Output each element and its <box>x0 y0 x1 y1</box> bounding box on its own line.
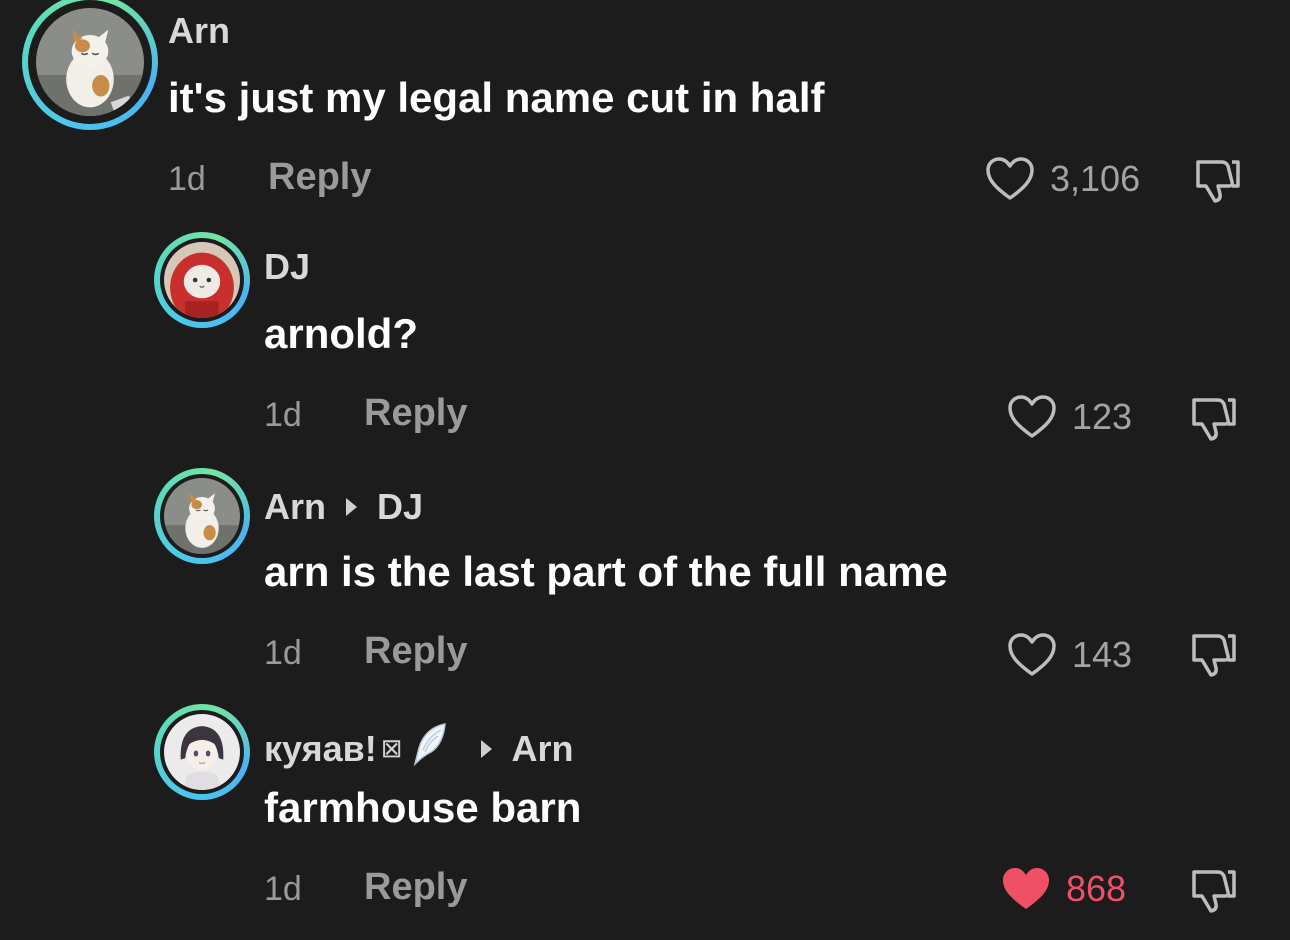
thumbs-down-icon <box>1192 634 1236 677</box>
comment-text: arnold? <box>264 310 418 357</box>
comment-username[interactable]: куяав! ⊠ Arn <box>264 722 574 775</box>
heart-outline-icon <box>1008 633 1056 676</box>
comment-timestamp: 1d <box>168 160 206 198</box>
anime-girl-avatar-icon <box>164 714 240 790</box>
dislike-button[interactable] <box>1186 628 1238 680</box>
like-count: 123 <box>1072 396 1133 437</box>
comment-timestamp: 1d <box>264 396 302 434</box>
reply-button[interactable]: Reply <box>268 156 371 199</box>
angel-wing-icon <box>411 722 451 775</box>
comment-timestamp: 1d <box>264 870 302 908</box>
username-decoration: ⊠ <box>380 733 403 763</box>
like-count: 3,106 <box>1050 158 1141 199</box>
comment-item: Arn DJ arn is the last part of the full … <box>0 468 1290 704</box>
heart-filled-icon <box>1003 868 1049 909</box>
cat-avatar-icon <box>36 8 144 116</box>
comment-text: arn is the last part of the full name <box>264 548 948 595</box>
comment-username[interactable]: DJ <box>264 246 310 288</box>
comment-item: Arn it's just my legal name cut in half … <box>0 0 1290 236</box>
dislike-button[interactable] <box>1186 392 1238 444</box>
like-button[interactable]: 3,106 <box>984 156 1140 202</box>
thumbs-down-icon <box>1196 160 1240 203</box>
like-button[interactable]: 123 <box>1006 394 1132 440</box>
hooded-cat-avatar-icon <box>164 242 240 318</box>
reply-button[interactable]: Reply <box>364 630 467 673</box>
like-count: 868 <box>1066 868 1127 909</box>
reply-to-arrow-icon <box>346 498 357 516</box>
thumbs-down-icon <box>1192 398 1236 441</box>
reply-button[interactable]: Reply <box>364 866 467 909</box>
reply-to-username[interactable]: DJ <box>377 486 423 528</box>
like-button[interactable]: 868 <box>1000 866 1126 912</box>
avatar[interactable] <box>154 232 250 328</box>
avatar[interactable] <box>154 704 250 800</box>
avatar[interactable] <box>154 468 250 564</box>
comment-username[interactable]: Arn DJ <box>264 486 423 528</box>
reply-to-username[interactable]: Arn <box>512 728 574 770</box>
heart-outline-icon <box>1008 395 1056 438</box>
comment-text: it's just my legal name cut in half <box>168 74 825 121</box>
heart-outline-icon <box>986 157 1034 200</box>
dislike-button[interactable] <box>1190 154 1242 206</box>
dislike-button[interactable] <box>1186 864 1238 916</box>
thumbs-down-icon <box>1192 870 1236 913</box>
cat-avatar-icon <box>164 478 240 554</box>
comment-text: farmhouse barn <box>264 784 582 831</box>
avatar[interactable] <box>22 0 158 130</box>
like-button[interactable]: 143 <box>1006 632 1132 678</box>
comment-username[interactable]: Arn <box>168 10 230 52</box>
like-count: 143 <box>1072 634 1133 675</box>
reply-to-arrow-icon <box>480 739 492 758</box>
comment-item: куяав! ⊠ Arn farmhouse barn 1d Reply 868 <box>0 704 1290 940</box>
comment-item: DJ arnold? 1d Reply 123 <box>0 232 1290 468</box>
reply-button[interactable]: Reply <box>364 392 467 435</box>
comment-timestamp: 1d <box>264 634 302 672</box>
